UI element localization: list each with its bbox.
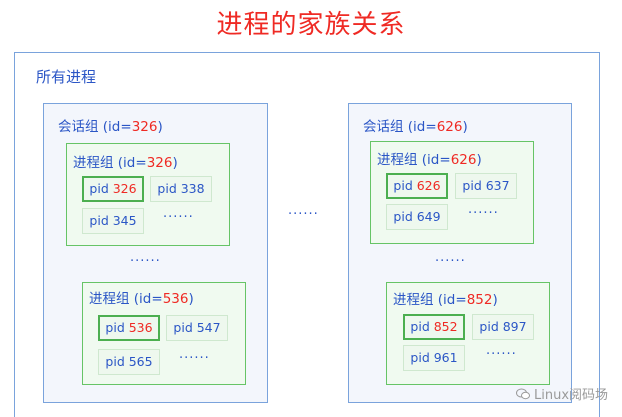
group-label-suffix: )	[492, 292, 498, 308]
ellipsis: ······	[179, 351, 210, 366]
group-label-suffix: )	[188, 291, 194, 307]
process-group-label: 进程组 (id=326)	[73, 151, 178, 171]
pid-box: pid 897	[472, 314, 534, 340]
pid-prefix: pid	[393, 178, 417, 193]
group-label-prefix: 进程组 (id=	[73, 155, 147, 171]
pid-value: 536	[128, 320, 153, 335]
pid-prefix: pid	[89, 181, 113, 196]
pid-prefix: pid	[105, 320, 129, 335]
pid-value: 345	[112, 213, 137, 228]
pid-prefix: pid	[462, 178, 486, 193]
ellipsis: ······	[486, 347, 517, 362]
diagram-title: 进程的家族关系	[216, 10, 406, 40]
wechat-icon	[516, 388, 530, 399]
between-groups-ellipsis: ······	[435, 254, 466, 269]
pid-value: 547	[196, 320, 221, 335]
all-processes-label: 所有进程	[36, 68, 97, 86]
pid-value: 338	[180, 181, 205, 196]
group-label-suffix: )	[172, 155, 178, 171]
process-group-label: 进程组 (id=852)	[393, 288, 498, 308]
session-group-label: 会话组 (id=326)	[58, 115, 163, 135]
pid-value: 852	[433, 319, 458, 334]
process-group-label: 进程组 (id=536)	[89, 287, 194, 307]
group-id: 852	[466, 292, 493, 308]
pid-box: pid 649	[386, 204, 448, 230]
session-label-suffix: )	[157, 119, 163, 135]
pid-box: pid 547	[166, 315, 228, 341]
session-group-label: 会话组 (id=626)	[363, 115, 468, 135]
pid-box: pid 565	[98, 349, 160, 375]
between-sessions-ellipsis: ······	[288, 207, 319, 222]
pid-box-leader: pid 536	[98, 315, 160, 341]
group-label-prefix: 进程组 (id=	[89, 291, 163, 307]
pid-box: pid 637	[455, 173, 517, 199]
pid-prefix: pid	[157, 181, 181, 196]
pid-prefix: pid	[173, 320, 197, 335]
session-id: 626	[436, 119, 463, 135]
pid-box-leader: pid 626	[386, 173, 448, 199]
session-id: 326	[131, 119, 158, 135]
pid-value: 326	[112, 181, 137, 196]
pid-prefix: pid	[479, 319, 503, 334]
process-group-label: 进程组 (id=626)	[377, 148, 482, 168]
pid-value: 961	[433, 350, 458, 365]
session-label-suffix: )	[462, 119, 468, 135]
session-label-prefix: 会话组 (id=	[58, 119, 132, 135]
watermark: Linux阅码场	[516, 384, 608, 403]
pid-value: 649	[416, 209, 441, 224]
ellipsis: ······	[163, 210, 194, 225]
pid-box: pid 338	[150, 176, 212, 202]
pid-box: pid 961	[403, 345, 465, 371]
pid-value: 565	[128, 354, 153, 369]
group-id: 326	[146, 155, 173, 171]
ellipsis: ······	[468, 206, 499, 221]
pid-prefix: pid	[393, 209, 417, 224]
pid-value: 897	[502, 319, 527, 334]
pid-prefix: pid	[410, 350, 434, 365]
group-label-prefix: 进程组 (id=	[393, 292, 467, 308]
diagram-canvas: 进程的家族关系 所有进程 会话组 (id=326) 进程组 (id=326) p…	[0, 0, 622, 417]
pid-box: pid 345	[82, 208, 144, 234]
watermark-text: Linux阅码场	[534, 388, 609, 403]
group-label-prefix: 进程组 (id=	[377, 152, 451, 168]
pid-value: 626	[416, 178, 441, 193]
pid-box-leader: pid 326	[82, 176, 144, 202]
pid-value: 637	[485, 178, 510, 193]
pid-prefix: pid	[89, 213, 113, 228]
group-id: 626	[450, 152, 477, 168]
between-groups-ellipsis: ······	[130, 254, 161, 269]
pid-prefix: pid	[105, 354, 129, 369]
group-id: 536	[162, 291, 189, 307]
group-label-suffix: )	[476, 152, 482, 168]
pid-box-leader: pid 852	[403, 314, 465, 340]
session-label-prefix: 会话组 (id=	[363, 119, 437, 135]
pid-prefix: pid	[410, 319, 434, 334]
